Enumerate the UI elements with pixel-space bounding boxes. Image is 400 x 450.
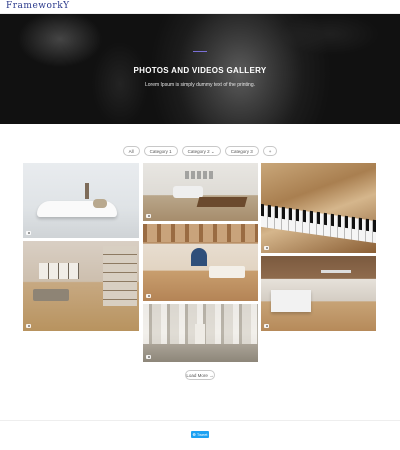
gallery-item-piano-keys[interactable] (261, 163, 376, 253)
pillow-shape (93, 199, 107, 208)
hero-title: PHOTOS AND VIDEOS GALLERY (133, 66, 267, 75)
table-shape (196, 197, 248, 207)
filter-category-2-dropdown[interactable]: Category 2 ⌄ (181, 146, 221, 156)
gallery-filter-bar: All Category 1 Category 2 ⌄ Category 3 + (0, 146, 400, 156)
vase-shape (85, 183, 89, 199)
camera-icon (264, 246, 269, 250)
gallery-item-living-room-table[interactable] (143, 163, 258, 221)
hero-subtitle: Lorem Ipsum is simply dummy text of the … (144, 82, 256, 88)
wall-frames-shape (185, 171, 215, 179)
gallery-item-colonnade-corridor[interactable] (143, 304, 258, 362)
sofa-shape (33, 289, 69, 301)
hero-accent-line (193, 51, 207, 52)
filter-category-1-button[interactable]: Category 1 (143, 146, 178, 156)
arched-window-shape (191, 248, 207, 266)
camera-icon (146, 294, 151, 298)
ceiling-beams-shape (143, 224, 258, 242)
tweet-button[interactable]: ❁ Tweet (191, 431, 209, 438)
camera-icon (26, 231, 31, 235)
bookshelf-shape (103, 246, 137, 306)
couch-shape (209, 266, 245, 278)
load-more-button[interactable]: Load More → (185, 370, 215, 380)
hero-banner: PHOTOS AND VIDEOS GALLERY Lorem Ipsum is… (0, 14, 400, 124)
corridor-end-shape (195, 324, 205, 344)
lamp-shape (321, 270, 351, 273)
gallery-item-white-lounge-chair[interactable] (23, 163, 139, 238)
top-navbar: FrameworkY (0, 0, 400, 14)
camera-icon (264, 324, 269, 328)
footer-divider (0, 420, 400, 421)
kitchen-island-shape (271, 290, 311, 312)
site-logo[interactable]: FrameworkY (6, 1, 70, 11)
gallery-item-library-living-room[interactable] (23, 241, 139, 331)
gallery-item-modern-kitchen[interactable] (261, 256, 376, 331)
camera-icon (146, 214, 151, 218)
camera-icon (26, 324, 31, 328)
camera-icon (146, 355, 151, 359)
filter-category-3-button[interactable]: Category 3 (224, 146, 259, 156)
window-shape (39, 263, 79, 279)
floor-shape (143, 344, 258, 362)
filter-all-button[interactable]: All (122, 146, 140, 156)
filter-more-button[interactable]: + (262, 146, 278, 156)
gallery-item-wooden-beam-room[interactable] (143, 224, 258, 301)
